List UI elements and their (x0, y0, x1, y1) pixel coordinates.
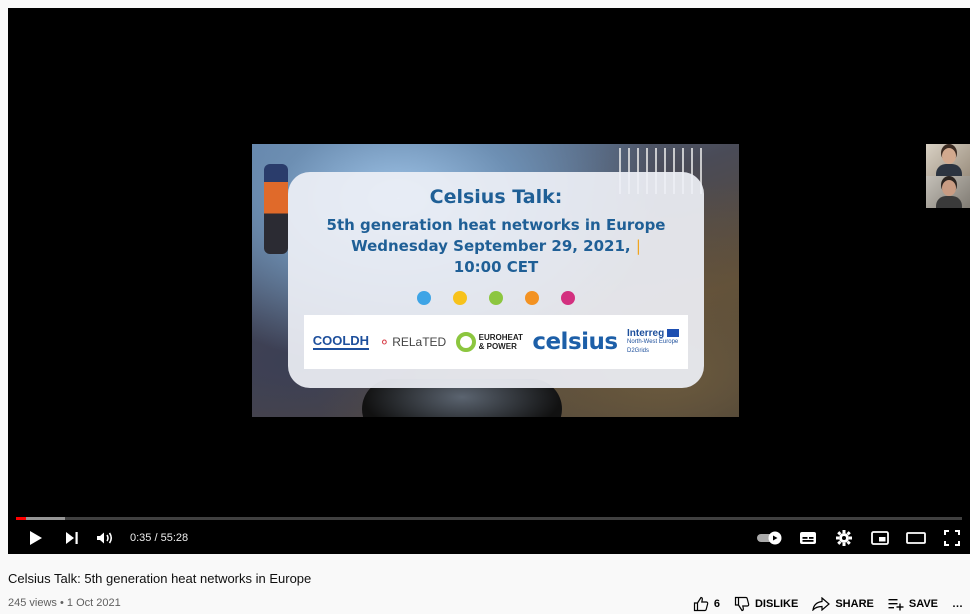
slide-subtitle: 5th generation heat networks in Europe (326, 216, 666, 234)
theater-mode-icon (906, 532, 926, 544)
save-label: SAVE (908, 598, 938, 610)
video-player[interactable]: Celsius Talk: 5th generation heat networ… (8, 8, 970, 554)
color-dot (417, 291, 431, 305)
partner-logos: COOLDH ⚬ RELaTED EUROHEAT & POWER celsiu… (304, 315, 688, 369)
like-button[interactable]: 6 (693, 596, 720, 612)
euroheat-logo-text: EUROHEAT & POWER (479, 333, 523, 351)
view-count: 245 views (8, 597, 57, 609)
video-meta: 245 views • 1 Oct 2021 (8, 597, 121, 609)
participant-head (942, 148, 956, 164)
volume-icon (97, 532, 113, 544)
next-button[interactable] (56, 522, 88, 554)
thumbs-up-icon (693, 596, 709, 612)
settings-button[interactable] (826, 522, 862, 554)
share-icon (812, 597, 831, 611)
dislike-button[interactable]: DISLIKE (734, 596, 798, 612)
interreg-region: North-West Europe (627, 338, 679, 345)
euroheat-line1: EUROHEAT (478, 333, 523, 342)
slide-card: Celsius Talk: 5th generation heat networ… (288, 172, 704, 388)
time-display: 0:35 / 55:28 (130, 532, 188, 544)
participant-body (936, 196, 962, 208)
gear-icon (836, 530, 852, 546)
participant-webcam (926, 176, 970, 208)
more-actions-button[interactable]: … (952, 598, 970, 610)
participant-body (936, 164, 962, 176)
thumbs-down-icon (734, 596, 750, 612)
playlist-add-icon (888, 599, 904, 611)
autoplay-toggle[interactable] (750, 522, 790, 554)
play-icon (30, 531, 42, 545)
slide-color-dots (288, 291, 704, 305)
participant-head (942, 180, 956, 196)
background-worker (264, 164, 288, 254)
more-icon: … (952, 598, 963, 610)
video-actions: 6 DISLIKE SHARE SAVE … (693, 596, 970, 612)
play-button[interactable] (16, 522, 56, 554)
eu-flag-icon (667, 328, 680, 337)
euroheat-line2: & POWER (478, 342, 517, 351)
interreg-logo-text: Interreg (627, 327, 665, 339)
related-logo: ⚬ RELaTED (378, 334, 446, 351)
participant-webcam (926, 144, 970, 176)
fullscreen-button[interactable] (934, 522, 970, 554)
meta-separator: • (56, 597, 67, 609)
color-dot (453, 291, 467, 305)
color-dot (525, 291, 539, 305)
current-time: 0:35 (130, 532, 152, 544)
miniplayer-icon (871, 531, 889, 545)
subtitles-icon (800, 532, 816, 544)
related-mark-icon: ⚬ (378, 333, 391, 350)
autoplay-toggle-icon (757, 531, 782, 545)
slide-title: Celsius Talk: (429, 186, 563, 208)
share-label: SHARE (835, 598, 874, 610)
celsius-logo: celsius (532, 329, 618, 355)
slide-text-caret: | (635, 237, 641, 255)
like-count: 6 (713, 598, 720, 610)
next-icon (66, 532, 78, 544)
cooldh-logo: COOLDH (312, 333, 370, 350)
slide-date-line: Wednesday September 29, 2021, | (288, 236, 704, 257)
interreg-logo: Interreg North-West Europe D2Grids (627, 327, 680, 356)
color-dot (561, 291, 575, 305)
progress-played (16, 517, 27, 520)
euroheat-logo: EUROHEAT & POWER (455, 332, 523, 352)
fullscreen-icon (944, 530, 960, 546)
slide-time: 10:00 CET (453, 258, 539, 276)
share-button[interactable]: SHARE (812, 597, 874, 611)
color-dot (489, 291, 503, 305)
video-frame-slide: Celsius Talk: 5th generation heat networ… (252, 144, 739, 417)
slide-subtitle-block: 5th generation heat networks in Europe W… (288, 215, 704, 278)
player-controls: 0:35 / 55:28 (8, 522, 970, 554)
miniplayer-button[interactable] (862, 522, 898, 554)
dislike-label: DISLIKE (754, 598, 799, 610)
page: Celsius Talk: 5th generation heat networ… (0, 0, 970, 614)
euroheat-mark-icon (455, 332, 476, 352)
progress-bar[interactable] (16, 517, 962, 520)
subtitles-button[interactable] (790, 522, 826, 554)
theater-mode-button[interactable] (898, 522, 934, 554)
save-button[interactable]: SAVE (888, 597, 938, 611)
related-logo-text: RELaTED (392, 335, 447, 349)
volume-button[interactable] (88, 522, 122, 554)
interreg-project: D2Grids (627, 347, 650, 354)
video-title: Celsius Talk: 5th generation heat networ… (8, 571, 312, 586)
duration: 55:28 (160, 532, 189, 544)
upload-date: 1 Oct 2021 (66, 597, 121, 609)
slide-date: Wednesday September 29, 2021, (351, 237, 631, 255)
time-separator: / (151, 532, 161, 544)
